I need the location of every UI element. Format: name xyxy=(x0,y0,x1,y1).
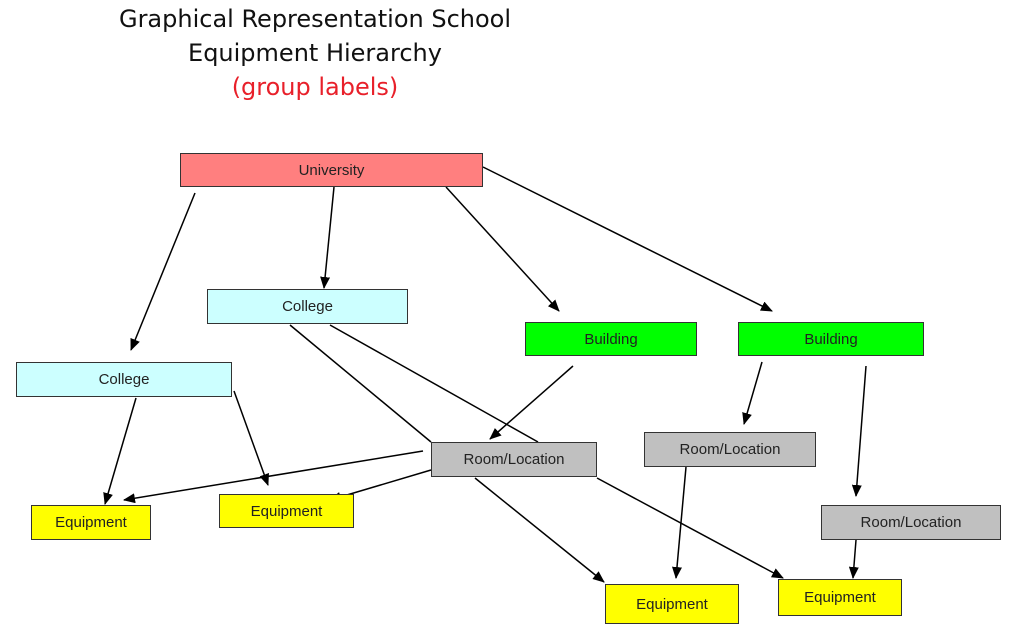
node-label: Equipment xyxy=(636,595,708,613)
node-building[interactable]: Building xyxy=(738,322,924,356)
edge-university-to-building-1 xyxy=(445,186,560,312)
edge-room-2-to-equipment-3 xyxy=(672,466,687,579)
edge-building-2-to-room-3 xyxy=(851,365,867,497)
node-equipment[interactable]: Equipment xyxy=(605,584,739,624)
edge-room-1-to-equipment-4 xyxy=(596,477,784,579)
edge-university-to-building-2 xyxy=(482,166,773,312)
edge-university-to-college-2 xyxy=(130,192,196,351)
node-room-location[interactable]: Room/Location xyxy=(644,432,816,467)
node-room-location[interactable]: Room/Location xyxy=(821,505,1001,540)
node-label: Room/Location xyxy=(679,441,781,458)
edge-room-3-to-equipment-4 xyxy=(848,539,859,579)
node-label: Equipment xyxy=(55,514,127,531)
edge-room-1-to-equipment-1 xyxy=(123,450,424,504)
edge-building-2-to-room-2 xyxy=(742,361,763,425)
node-college[interactable]: College xyxy=(16,362,232,397)
node-label: Building xyxy=(584,330,638,348)
node-room-location[interactable]: Room/Location xyxy=(431,442,597,477)
node-label: Room/Location xyxy=(860,514,962,531)
node-equipment[interactable]: Equipment xyxy=(778,579,902,616)
edge-college-2-to-equipment-2 xyxy=(233,390,269,486)
node-label: College xyxy=(282,298,333,315)
node-label: Room/Location xyxy=(463,451,565,468)
node-label: Building xyxy=(804,330,858,348)
node-equipment[interactable]: Equipment xyxy=(31,505,151,540)
node-college[interactable]: College xyxy=(207,289,408,324)
edge-building-1-to-room-1 xyxy=(489,365,574,440)
node-label: Equipment xyxy=(804,589,876,606)
node-label: University xyxy=(298,161,365,179)
edge-university-to-college-1 xyxy=(320,186,335,289)
node-equipment[interactable]: Equipment xyxy=(219,494,354,528)
node-building[interactable]: Building xyxy=(525,322,697,356)
edge-room-1-to-equipment-3 xyxy=(474,477,605,583)
edge-college-2-to-equipment-1 xyxy=(103,397,137,505)
node-university[interactable]: University xyxy=(180,153,483,187)
node-label: College xyxy=(98,371,150,388)
node-label: Equipment xyxy=(250,502,323,520)
